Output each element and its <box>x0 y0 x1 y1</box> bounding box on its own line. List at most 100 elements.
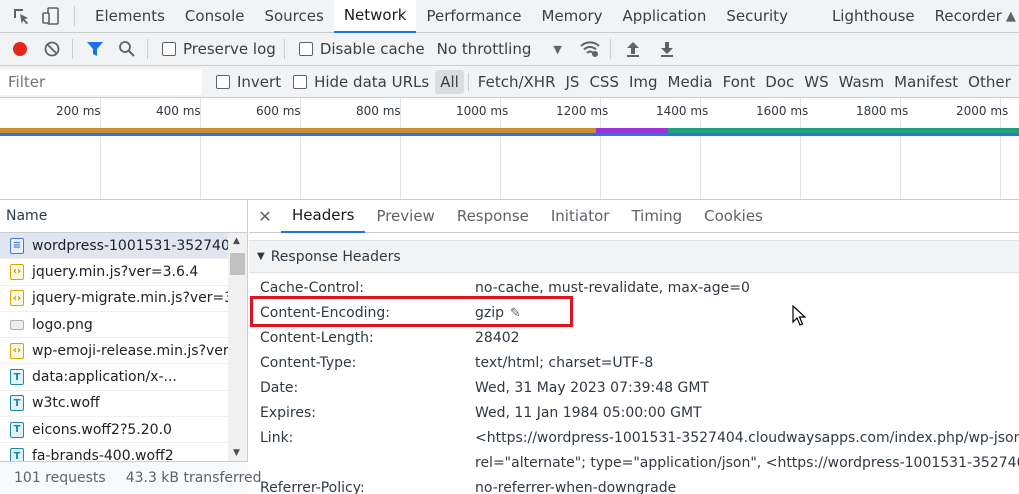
timeline-overview[interactable]: 200 ms 400 ms 600 ms 800 ms 1000 ms 1200 ms 14… <box>0 98 1019 200</box>
request-row[interactable]: Tfa-brands-400.woff2 <box>0 443 228 461</box>
filter-type-font[interactable]: Font <box>718 70 761 94</box>
filter-type-ws[interactable]: WS <box>799 70 833 94</box>
import-har-icon[interactable] <box>621 37 645 61</box>
filter-type-img[interactable]: Img <box>624 70 663 94</box>
request-count: 101 requests <box>14 470 106 486</box>
tab-recorder[interactable]: Recorder <box>925 0 1012 33</box>
hide-data-urls-label: Hide data URLs <box>314 72 430 91</box>
details-tab-cookies[interactable]: Cookies <box>693 200 774 233</box>
header-value-text: 28402 <box>475 330 520 346</box>
timeline-tick-label: 200 ms <box>56 104 101 118</box>
hide-data-urls-checkbox[interactable]: Hide data URLs <box>293 73 429 91</box>
header-value[interactable]: text/html; charset=UTF-8 <box>475 355 653 371</box>
divider <box>467 72 469 91</box>
font-file-icon: T <box>10 421 24 438</box>
header-value[interactable]: 28402 <box>475 330 520 346</box>
request-name: wordpress-1001531-3527404 <box>32 237 228 254</box>
triangle-down-icon: ▼ <box>257 251 265 262</box>
details-tab-initiator[interactable]: Initiator <box>540 200 621 233</box>
scroll-down-icon[interactable]: ▼ <box>233 448 240 458</box>
disable-cache-checkbox[interactable]: Disable cache <box>298 40 425 58</box>
close-icon[interactable]: ✕ <box>249 207 281 226</box>
filter-type-all[interactable]: All <box>435 69 464 94</box>
filter-type-doc[interactable]: Doc <box>760 70 799 94</box>
details-tab-timing[interactable]: Timing <box>620 200 693 233</box>
network-conditions-icon[interactable] <box>578 37 602 61</box>
js-file-icon: ‹› <box>10 263 24 280</box>
filter-input[interactable] <box>0 68 202 95</box>
details-tab-response[interactable]: Response <box>446 200 540 233</box>
invert-checkbox[interactable]: Invert <box>216 73 281 91</box>
tab-network[interactable]: Network <box>333 0 417 33</box>
header-name: Expires: <box>260 405 316 421</box>
header-name: Cache-Control: <box>260 280 364 296</box>
caret-down-icon: ▼ <box>553 42 562 56</box>
header-value[interactable]: no-referrer-when-downgrade <box>475 480 676 494</box>
checkbox-box[interactable] <box>162 42 176 56</box>
request-row[interactable]: ‹› jquery.min.js?ver=3.6.4 <box>0 259 228 286</box>
tab-memory[interactable]: Memory <box>532 0 613 33</box>
inspect-element-icon[interactable] <box>10 5 32 27</box>
device-toolbar-icon[interactable] <box>40 5 62 27</box>
header-value[interactable]: <https://wordpress-1001531-3527404.cloud… <box>475 430 1019 446</box>
details-tab-preview[interactable]: Preview <box>365 200 445 233</box>
tab-console[interactable]: Console <box>175 0 255 33</box>
scrollbar-thumb[interactable] <box>230 253 245 275</box>
timeline-tick-label: 2000 ms <box>956 104 1009 118</box>
request-name: logo.png <box>32 316 93 333</box>
doc-file-icon: ≡ <box>10 237 24 254</box>
filter-type-media[interactable]: Media <box>663 70 718 94</box>
js-file-icon: ‹› <box>10 342 24 359</box>
tab-elements[interactable]: Elements <box>85 0 175 33</box>
checkbox-box[interactable] <box>298 42 313 56</box>
tab-security[interactable]: Security <box>716 0 798 33</box>
request-name: jquery-migrate.min.js?ver=3.4 <box>32 290 228 307</box>
filter-type-wasm[interactable]: Wasm <box>834 70 890 94</box>
header-value-text: <https://wordpress-1001531-3527404.cloud… <box>475 430 1019 446</box>
header-value[interactable]: Wed, 11 Jan 1984 05:00:00 GMT <box>475 405 702 421</box>
checkbox-box[interactable] <box>293 74 308 89</box>
header-value[interactable]: rel="alternate"; type="application/json"… <box>475 455 1019 471</box>
header-name: Referrer-Policy: <box>260 480 365 494</box>
request-row[interactable]: Tdata:application/x-... <box>0 364 228 391</box>
scroll-up-icon[interactable]: ▲ <box>233 236 240 246</box>
filter-type-js[interactable]: JS <box>561 70 585 94</box>
request-row[interactable]: ≡ wordpress-1001531-3527404 <box>0 233 228 260</box>
request-row[interactable]: ‹› wp-emoji-release.min.js?ver= <box>0 338 228 365</box>
checkbox-box[interactable] <box>216 74 230 89</box>
request-name: wp-emoji-release.min.js?ver= <box>32 342 228 359</box>
tab-performance[interactable]: Performance <box>416 0 531 33</box>
timeline-tick-label: 400 ms <box>156 104 201 118</box>
invert-label: Invert <box>237 72 282 91</box>
timeline-tick-label: 1600 ms <box>756 104 809 118</box>
filter-type-other[interactable]: Other <box>963 70 1016 94</box>
filter-type-manifest[interactable]: Manifest <box>889 70 963 94</box>
request-row[interactable]: ‹› jquery-migrate.min.js?ver=3.4 <box>0 286 228 312</box>
request-list-scrollbar[interactable]: ▲ ▼ <box>228 233 247 461</box>
request-row[interactable]: Tw3tc.woff <box>0 391 228 418</box>
header-value[interactable]: no-cache, must-revalidate, max-age=0 <box>475 280 750 296</box>
filter-type-fetch-xhr[interactable]: Fetch/XHR <box>473 70 561 94</box>
record-button[interactable] <box>8 37 32 61</box>
timeline-tick-label: 800 ms <box>356 104 401 118</box>
tab-application[interactable]: Application <box>613 0 717 33</box>
filter-type-css[interactable]: CSS <box>584 70 624 94</box>
devtools-tab-bar: Elements Console Sources Network Performance… <box>0 0 1019 33</box>
details-tab-headers[interactable]: Headers <box>281 200 366 233</box>
timeline-tick-label: 1400 ms <box>656 104 709 118</box>
tab-lighthouse[interactable]: Lighthouse <box>822 0 925 33</box>
request-row[interactable]: Teicons.woff2?5.20.0 <box>0 417 228 444</box>
name-column-header[interactable]: Name <box>0 200 247 233</box>
request-name: w3tc.woff <box>32 395 100 412</box>
filter-icon[interactable] <box>83 37 107 61</box>
export-har-icon[interactable] <box>655 37 679 61</box>
search-icon[interactable] <box>115 37 139 61</box>
request-name: eicons.woff2?5.20.0 <box>32 421 172 438</box>
preserve-log-checkbox[interactable]: Preserve log <box>162 40 276 58</box>
tab-sources[interactable]: Sources <box>254 0 333 33</box>
response-headers-section[interactable]: ▼ Response Headers <box>249 240 1019 273</box>
throttling-select[interactable]: No throttling ▼ <box>437 40 562 58</box>
clear-button[interactable] <box>40 37 64 61</box>
header-value[interactable]: Wed, 31 May 2023 07:39:48 GMT <box>475 380 709 396</box>
request-row[interactable]: logo.png <box>0 312 228 339</box>
